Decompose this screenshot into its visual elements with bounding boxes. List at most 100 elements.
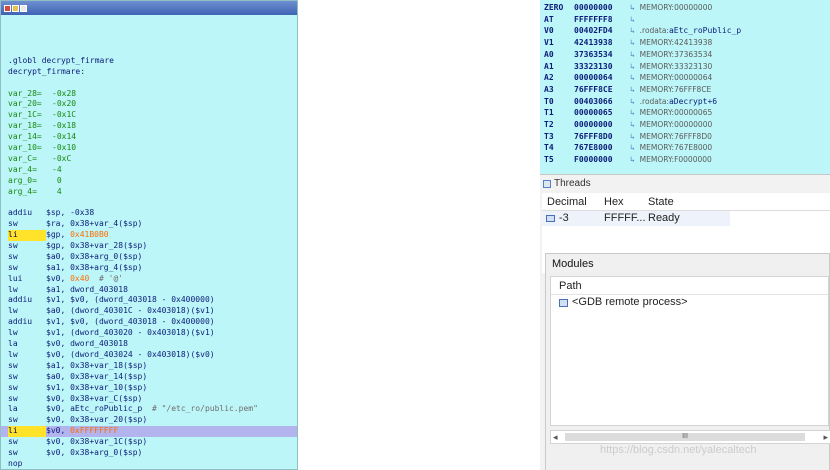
code-label-line[interactable]: decrypt_firmare: [8, 67, 297, 78]
instruction-line[interactable]: sw $a1, 0x38+var_18($sp) [8, 361, 297, 372]
instruction-line[interactable]: nop [8, 459, 297, 469]
module-row[interactable]: <GDB remote process> [551, 295, 828, 310]
instruction-line[interactable]: lw $v0, (dword_403024 - 0x403018)($v0) [8, 350, 297, 361]
threads-tab[interactable]: Threads [540, 175, 830, 193]
register-value[interactable]: 00000065 [574, 107, 630, 118]
proximity-icon[interactable] [12, 4, 19, 12]
jump-arrow-icon[interactable]: ↳ [630, 97, 640, 106]
register-value[interactable]: 42413938 [574, 37, 630, 48]
instruction-line[interactable]: sw $a1, 0x38+arg_4($sp) [8, 263, 297, 274]
stack-var-line[interactable]: var_20= -0x20 [8, 99, 297, 110]
instruction-line[interactable]: sw $a0, 0x38+var_14($sp) [8, 372, 297, 383]
registers-view[interactable]: ZERO 00000000 ↳ MEMORY:00000000 AT FFFFFFF8 ↳… [540, 0, 830, 174]
stack-var-line[interactable]: var_14= -0x14 [8, 132, 297, 143]
jump-arrow-icon[interactable]: ↳ [630, 73, 640, 82]
jump-arrow-icon[interactable]: ↳ [630, 85, 640, 94]
stack-var-line[interactable]: var_4= -4 [8, 165, 297, 176]
horizontal-scrollbar[interactable]: ◂ III ▸ [550, 430, 830, 444]
register-value[interactable]: 33323130 [574, 61, 630, 72]
instruction-line[interactable]: li $v0, 0xFFFFFFFF [1, 426, 297, 438]
disassembly-view[interactable]: .globl decrypt_firmare decrypt_firmare:va… [0, 0, 298, 470]
instruction-line[interactable]: addiu $sp, -0x38 [8, 208, 297, 219]
instruction-line[interactable]: addiu $v1, $v0, (dword_403018 - 0x400000) [8, 295, 297, 306]
register-value[interactable]: 76FFF8CE [574, 84, 630, 95]
register-row[interactable]: T4 767E8000 ↳ MEMORY:767E8000 [544, 142, 712, 153]
threads-view[interactable]: Threads Decimal Hex State -3 FFFFF... Re… [540, 174, 830, 470]
column-path[interactable]: Path [551, 277, 828, 295]
jump-arrow-icon[interactable]: ↳ [630, 15, 640, 24]
instruction-line[interactable]: addiu $v1, $v0, (dword_403018 - 0x400000) [8, 317, 297, 328]
instruction-line[interactable]: la $v0, aEtc_roPublic_p # "/etc_ro/public… [8, 404, 297, 415]
register-row[interactable]: T5 F0000000 ↳ MEMORY:F0000000 [544, 154, 712, 165]
register-row[interactable]: A1 33323130 ↳ MEMORY:33323130 [544, 61, 712, 72]
register-row[interactable]: T2 00000000 ↳ MEMORY:00000000 [544, 119, 712, 130]
jump-arrow-icon[interactable]: ↳ [630, 120, 640, 129]
modules-view[interactable]: Modules Path <GDB remote process> ◂ III … [545, 253, 830, 470]
register-symbol[interactable]: aDecrypt+6 [669, 97, 717, 106]
column-hex[interactable]: Hex [604, 193, 624, 211]
column-state[interactable]: State [648, 193, 674, 211]
instruction-line[interactable]: sw $ra, 0x38+var_4($sp) [8, 219, 297, 230]
register-row[interactable]: V0 00402FD4 ↳ .rodata:aEtc_roPublic_p [544, 25, 741, 36]
register-row[interactable]: T0 00403066 ↳ .rodata:aDecrypt+6 [544, 96, 717, 107]
instruction-line[interactable]: sw $v1, 0x38+var_10($sp) [8, 383, 297, 394]
register-value[interactable]: 00403066 [574, 96, 630, 107]
jump-arrow-icon[interactable]: ↳ [630, 26, 640, 35]
modules-list[interactable]: Path <GDB remote process> [550, 276, 829, 426]
register-value[interactable]: 00000064 [574, 72, 630, 83]
register-value[interactable]: FFFFFFF8 [574, 14, 630, 25]
register-row[interactable]: ZERO 00000000 ↳ MEMORY:00000000 [544, 2, 712, 13]
register-row[interactable]: A3 76FFF8CE ↳ MEMORY:76FFF8CE [544, 84, 711, 95]
scroll-right-icon[interactable]: ▸ [823, 431, 828, 443]
jump-arrow-icon[interactable]: ↳ [630, 155, 640, 164]
graph-mode-icon[interactable] [4, 4, 11, 12]
scroll-thumb[interactable]: III [565, 433, 805, 441]
jump-arrow-icon[interactable]: ↳ [630, 62, 640, 71]
stack-var-line[interactable]: arg_0= 0 [8, 176, 297, 187]
register-row[interactable]: AT FFFFFFF8 ↳ [544, 14, 640, 25]
stack-var-line[interactable]: var_C= -0xC [8, 154, 297, 165]
column-decimal[interactable]: Decimal [547, 193, 587, 211]
register-value[interactable]: 00000000 [574, 2, 630, 13]
jump-arrow-icon[interactable]: ↳ [630, 143, 640, 152]
jump-arrow-icon[interactable]: ↳ [630, 3, 640, 12]
jump-arrow-icon[interactable]: ↳ [630, 108, 640, 117]
code-label-line[interactable]: .globl decrypt_firmare [8, 56, 297, 67]
register-row[interactable]: T3 76FFF8D0 ↳ MEMORY:76FFF8D0 [544, 131, 712, 142]
stack-var-line[interactable]: var_28= -0x28 [8, 89, 297, 100]
register-value[interactable]: 767E8000 [574, 142, 630, 153]
register-row[interactable]: V1 42413938 ↳ MEMORY:42413938 [544, 37, 712, 48]
stack-var-line[interactable]: var_18= -0x18 [8, 121, 297, 132]
register-value[interactable]: 00000000 [574, 119, 630, 130]
instruction-line[interactable]: sw $v0, 0x38+var_1C($sp) [8, 437, 297, 448]
instruction-line[interactable]: sw $v0, 0x38+var_C($sp) [8, 394, 297, 405]
stack-var-line[interactable]: arg_4= 4 [8, 187, 297, 198]
register-row[interactable]: T1 00000065 ↳ MEMORY:00000065 [544, 107, 712, 118]
instruction-line[interactable]: la $v0, dword_403018 [8, 339, 297, 350]
instruction-line[interactable]: sw $gp, 0x38+var_28($sp) [8, 241, 297, 252]
register-value[interactable]: F0000000 [574, 154, 630, 165]
register-row[interactable]: A2 00000064 ↳ MEMORY:00000064 [544, 72, 712, 83]
instruction-line[interactable]: sw $v0, 0x38+var_20($sp) [8, 415, 297, 426]
register-value[interactable]: 00402FD4 [574, 25, 630, 36]
register-value[interactable]: 76FFF8D0 [574, 131, 630, 142]
register-value[interactable]: 37363534 [574, 49, 630, 60]
instruction-line[interactable]: lui $v0, 0x40 # '@' [8, 274, 297, 285]
thread-row[interactable]: -3 FFFFF... Ready [542, 211, 730, 226]
instruction-line[interactable]: lw $v1, (dword_403020 - 0x403018)($v1) [8, 328, 297, 339]
instruction-line[interactable]: sw $a0, 0x38+arg_0($sp) [8, 252, 297, 263]
stack-var-line[interactable]: var_1C= -0x1C [8, 110, 297, 121]
register-name: V0 [544, 26, 554, 36]
stack-var-line[interactable]: var_10= -0x10 [8, 143, 297, 154]
instruction-line[interactable]: li $gp, 0x41B0B0 [8, 230, 297, 242]
instruction-line[interactable]: sw $v0, 0x38+arg_0($sp) [8, 448, 297, 459]
jump-arrow-icon[interactable]: ↳ [630, 38, 640, 47]
register-symbol[interactable]: aEtc_roPublic_p [669, 26, 741, 35]
jump-arrow-icon[interactable]: ↳ [630, 50, 640, 59]
instruction-line[interactable]: lw $a1, dword_403018 [8, 285, 297, 296]
register-row[interactable]: A0 37363534 ↳ MEMORY:37363534 [544, 49, 712, 60]
jump-arrow-icon[interactable]: ↳ [630, 132, 640, 141]
instruction-line[interactable]: lw $a0, (dword_40301C - 0x403018)($v1) [8, 306, 297, 317]
window-icon[interactable] [20, 4, 27, 12]
scroll-left-icon[interactable]: ◂ [553, 431, 558, 443]
